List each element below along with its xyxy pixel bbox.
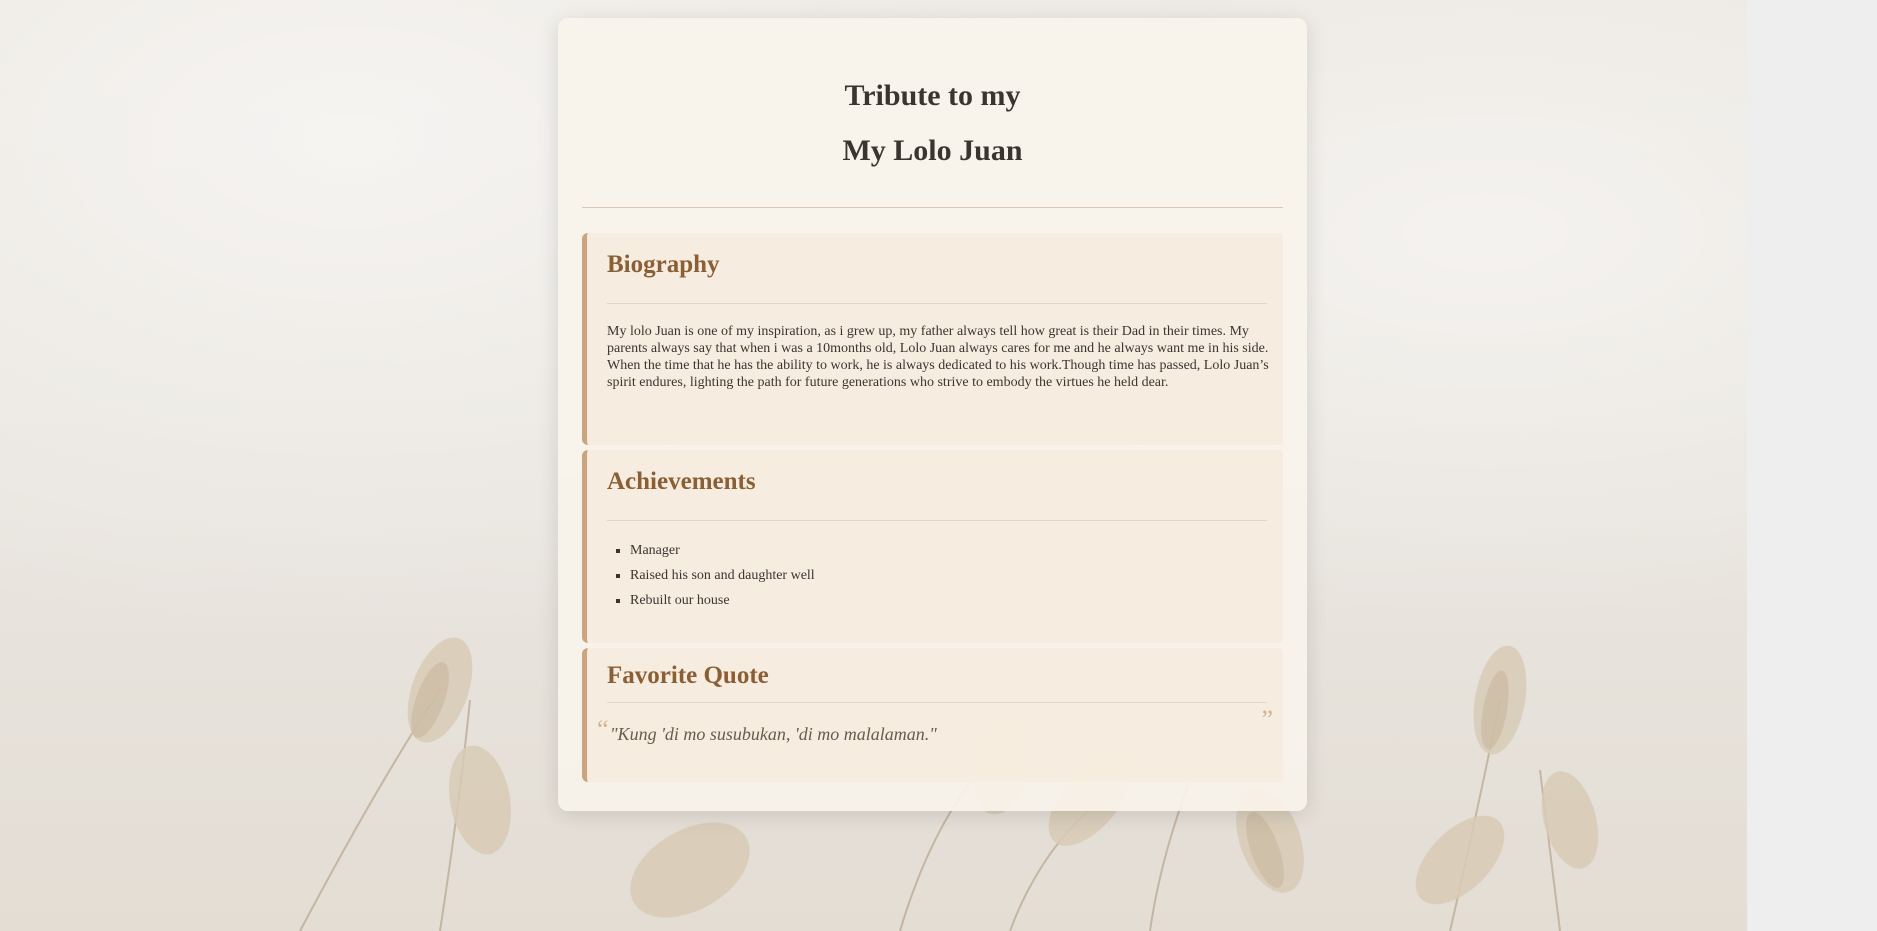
header-divider	[582, 207, 1283, 208]
close-quote-icon: ”	[1261, 705, 1273, 734]
biography-section: Biography My lolo Juan is one of my insp…	[582, 233, 1283, 445]
list-item: Rebuilt our house	[630, 588, 815, 613]
page-title-line-1: Tribute to my	[844, 79, 1021, 112]
achievements-heading: Achievements	[607, 468, 756, 495]
page-right-margin	[1747, 0, 1877, 931]
open-quote-icon: “	[597, 715, 609, 744]
page-title-line-2: My Lolo Juan	[842, 134, 1023, 167]
tribute-card: Tribute to my My Lolo Juan Biography My …	[558, 18, 1307, 811]
favorite-quote-text: "Kung 'di mo susubukan, 'di mo malalaman…	[610, 724, 937, 744]
list-item: Manager	[630, 538, 815, 563]
achievements-section: Achievements Manager Raised his son and …	[582, 450, 1283, 643]
biography-heading-rule	[607, 303, 1267, 304]
list-item: Raised his son and daughter well	[630, 563, 815, 588]
favorite-quote-section: Favorite Quote “ "Kung 'di mo susubukan,…	[582, 648, 1283, 782]
achievements-heading-rule	[607, 520, 1267, 521]
biography-text: My lolo Juan is one of my inspiration, a…	[607, 324, 1269, 390]
achievements-list: Manager Raised his son and daughter well…	[607, 538, 815, 613]
favorite-quote-heading: Favorite Quote	[607, 662, 769, 689]
biography-heading: Biography	[607, 251, 720, 278]
favorite-quote-heading-rule	[607, 702, 1267, 703]
